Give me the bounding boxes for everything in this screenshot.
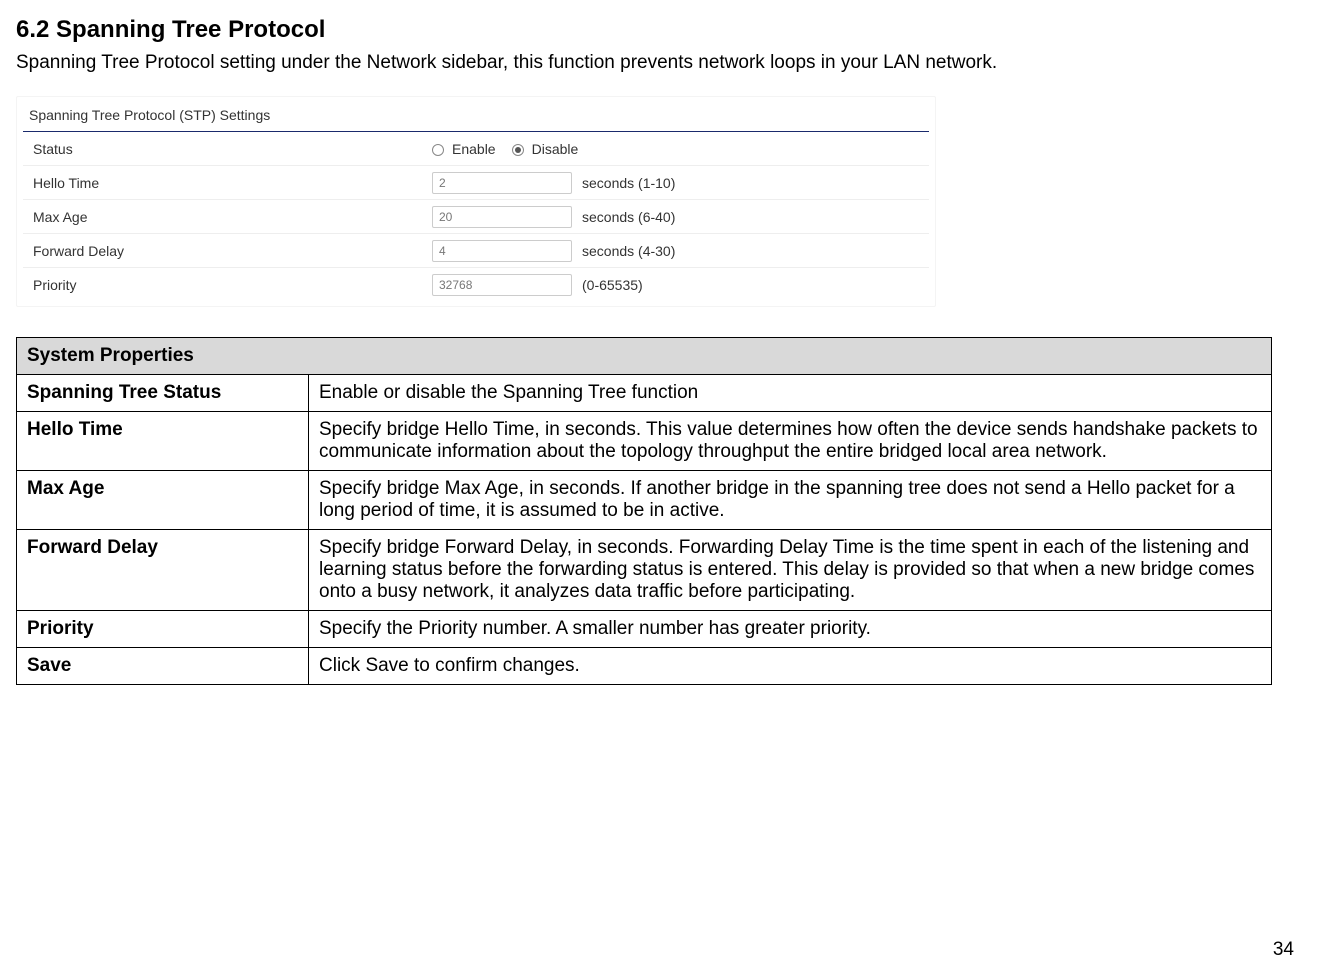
prop-name: Max Age [17, 471, 309, 530]
radio-enable[interactable] [432, 144, 444, 156]
priority-label: Priority [27, 277, 432, 293]
enable-text: Enable [452, 141, 496, 157]
prop-desc: Specify bridge Hello Time, in seconds. T… [309, 412, 1272, 471]
status-label: Status [27, 141, 432, 157]
prop-desc: Enable or disable the Spanning Tree func… [309, 375, 1272, 412]
hello-label: Hello Time [27, 175, 432, 191]
maxage-input[interactable]: 20 [432, 206, 572, 228]
prop-desc: Click Save to confirm changes. [309, 648, 1272, 685]
prop-desc: Specify bridge Max Age, in seconds. If a… [309, 471, 1272, 530]
table-header-row: System Properties [17, 338, 1272, 375]
table-row: Max Age Specify bridge Max Age, in secon… [17, 471, 1272, 530]
row-priority: Priority 32768 (0-65535) [23, 268, 929, 302]
disable-text: Disable [532, 141, 579, 157]
radio-disable[interactable] [512, 144, 524, 156]
hello-range: seconds (1-10) [582, 175, 675, 191]
prop-name: Priority [17, 611, 309, 648]
row-status: Status Enable Disable [23, 132, 929, 166]
prop-name: Forward Delay [17, 530, 309, 611]
prop-name: Hello Time [17, 412, 309, 471]
section-heading: 6.2 Spanning Tree Protocol [16, 16, 1272, 44]
prop-desc: Specify the Priority number. A smaller n… [309, 611, 1272, 648]
table-row: Hello Time Specify bridge Hello Time, in… [17, 412, 1272, 471]
priority-range: (0-65535) [582, 277, 643, 293]
table-row: Priority Specify the Priority number. A … [17, 611, 1272, 648]
forward-input[interactable]: 4 [432, 240, 572, 262]
page-number: 34 [1273, 939, 1294, 961]
prop-name: Spanning Tree Status [17, 375, 309, 412]
properties-header: System Properties [17, 338, 1272, 375]
table-row: Save Click Save to confirm changes. [17, 648, 1272, 685]
prop-name: Save [17, 648, 309, 685]
prop-desc: Specify bridge Forward Delay, in seconds… [309, 530, 1272, 611]
forward-range: seconds (4-30) [582, 243, 675, 259]
maxage-label: Max Age [27, 209, 432, 225]
row-hello-time: Hello Time 2 seconds (1-10) [23, 166, 929, 200]
settings-title: Spanning Tree Protocol (STP) Settings [23, 101, 929, 132]
priority-input[interactable]: 32768 [432, 274, 572, 296]
stp-settings-panel: Spanning Tree Protocol (STP) Settings St… [16, 96, 936, 307]
table-row: Spanning Tree Status Enable or disable t… [17, 375, 1272, 412]
row-max-age: Max Age 20 seconds (6-40) [23, 200, 929, 234]
row-forward-delay: Forward Delay 4 seconds (4-30) [23, 234, 929, 268]
hello-input[interactable]: 2 [432, 172, 572, 194]
table-row: Forward Delay Specify bridge Forward Del… [17, 530, 1272, 611]
system-properties-table: System Properties Spanning Tree Status E… [16, 337, 1272, 685]
forward-label: Forward Delay [27, 243, 432, 259]
intro-paragraph: Spanning Tree Protocol setting under the… [16, 52, 1272, 74]
maxage-range: seconds (6-40) [582, 209, 675, 225]
